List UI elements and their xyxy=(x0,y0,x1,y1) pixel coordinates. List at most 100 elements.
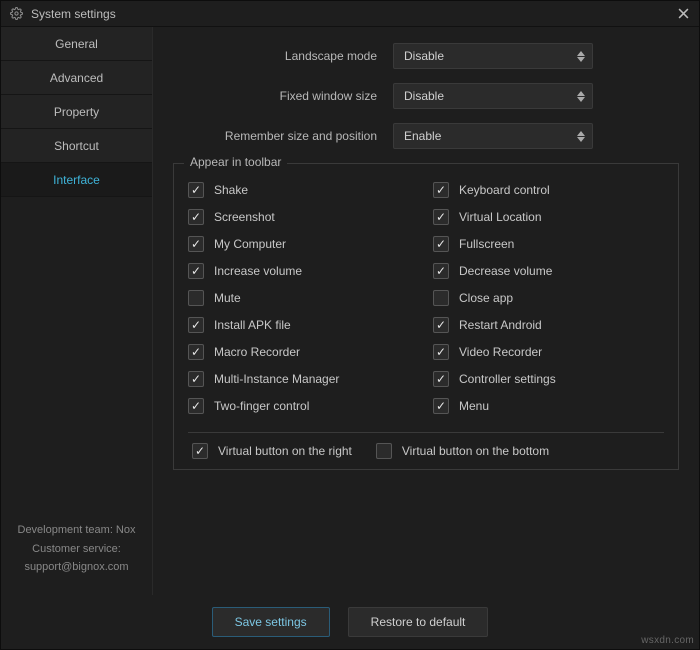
checkbox-label: Virtual button on the right xyxy=(218,444,352,458)
checkbox-label: Virtual Location xyxy=(459,210,542,224)
tab-general[interactable]: General xyxy=(1,27,152,61)
checkbox-virtual-right[interactable]: Virtual button on the right xyxy=(192,443,352,459)
checkbox-box xyxy=(433,209,449,225)
chevron-updown-icon xyxy=(570,84,592,108)
checkbox-virtual-bottom[interactable]: Virtual button on the bottom xyxy=(376,443,549,459)
checkbox-label: Increase volume xyxy=(214,264,302,278)
checkbox-label: Install APK file xyxy=(214,318,291,332)
row-remember-size: Remember size and position Enable xyxy=(173,123,679,149)
checkbox-item[interactable]: Increase volume xyxy=(188,263,419,279)
button-label: Restore to default xyxy=(371,615,466,629)
checkbox-item[interactable]: Controller settings xyxy=(433,371,664,387)
select-value: Enable xyxy=(404,129,441,143)
sidebar-footer: Development team: Nox Customer service: … xyxy=(1,509,152,595)
tab-shortcut[interactable]: Shortcut xyxy=(1,129,152,163)
tab-advanced[interactable]: Advanced xyxy=(1,61,152,95)
body: General Advanced Property Shortcut Inter… xyxy=(1,27,699,595)
watermark-text: wsxdn.com xyxy=(641,635,694,646)
main-panel: Landscape mode Disable Fixed window size… xyxy=(153,27,699,595)
checkbox-item[interactable]: Fullscreen xyxy=(433,236,664,252)
tab-label: Advanced xyxy=(50,71,103,85)
checkbox-label: Keyboard control xyxy=(459,183,550,197)
checkbox-box xyxy=(433,398,449,414)
checkbox-box xyxy=(433,317,449,333)
checkbox-item[interactable]: Screenshot xyxy=(188,209,419,225)
checkbox-item[interactable]: Two-finger control xyxy=(188,398,419,414)
checkbox-item[interactable]: Mute xyxy=(188,290,419,306)
tab-label: General xyxy=(55,37,98,51)
checkbox-label: My Computer xyxy=(214,237,286,251)
checkbox-item[interactable]: Shake xyxy=(188,182,419,198)
checkbox-box xyxy=(188,371,204,387)
checkbox-label: Close app xyxy=(459,291,513,305)
restore-default-button[interactable]: Restore to default xyxy=(348,607,489,637)
checkbox-box xyxy=(433,290,449,306)
remember-size-label: Remember size and position xyxy=(173,129,393,143)
checkbox-label: Fullscreen xyxy=(459,237,514,251)
landscape-mode-label: Landscape mode xyxy=(173,49,393,63)
titlebar: System settings xyxy=(1,1,699,27)
checkbox-label: Two-finger control xyxy=(214,399,309,413)
checkbox-box xyxy=(188,182,204,198)
checkbox-box xyxy=(188,263,204,279)
checkbox-label: Mute xyxy=(214,291,241,305)
checkbox-box xyxy=(188,398,204,414)
toolbar-grid: Shake Keyboard control Screenshot Virtual L… xyxy=(188,176,664,422)
checkbox-label: Video Recorder xyxy=(459,345,542,359)
checkbox-item[interactable]: Decrease volume xyxy=(433,263,664,279)
gear-icon xyxy=(9,7,23,21)
support-email: support@bignox.com xyxy=(9,558,144,577)
checkbox-item[interactable]: Keyboard control xyxy=(433,182,664,198)
row-landscape-mode: Landscape mode Disable xyxy=(173,43,679,69)
checkbox-item[interactable]: Menu xyxy=(433,398,664,414)
checkbox-box xyxy=(188,317,204,333)
checkbox-item[interactable]: Restart Android xyxy=(433,317,664,333)
sidebar-spacer xyxy=(1,197,152,509)
checkbox-box xyxy=(433,371,449,387)
sidebar: General Advanced Property Shortcut Inter… xyxy=(1,27,153,595)
landscape-mode-select[interactable]: Disable xyxy=(393,43,593,69)
checkbox-item[interactable]: Virtual Location xyxy=(433,209,664,225)
checkbox-label: Virtual button on the bottom xyxy=(402,444,549,458)
checkbox-item[interactable]: Install APK file xyxy=(188,317,419,333)
footer: Save settings Restore to default xyxy=(1,595,699,649)
tab-label: Interface xyxy=(53,173,100,187)
checkbox-item[interactable]: Video Recorder xyxy=(433,344,664,360)
select-value: Disable xyxy=(404,49,444,63)
checkbox-box xyxy=(188,344,204,360)
checkbox-label: Menu xyxy=(459,399,489,413)
button-label: Save settings xyxy=(235,615,307,629)
checkbox-item[interactable]: My Computer xyxy=(188,236,419,252)
checkbox-box xyxy=(433,263,449,279)
checkbox-box xyxy=(188,290,204,306)
row-fixed-window-size: Fixed window size Disable xyxy=(173,83,679,109)
checkbox-box xyxy=(188,209,204,225)
tab-label: Property xyxy=(54,105,99,119)
checkbox-item[interactable]: Close app xyxy=(433,290,664,306)
save-button[interactable]: Save settings xyxy=(212,607,330,637)
fixed-window-size-label: Fixed window size xyxy=(173,89,393,103)
checkbox-label: Decrease volume xyxy=(459,264,552,278)
checkbox-label: Macro Recorder xyxy=(214,345,300,359)
checkbox-box xyxy=(188,236,204,252)
fixed-window-size-select[interactable]: Disable xyxy=(393,83,593,109)
settings-window: System settings General Advanced Propert… xyxy=(0,0,700,650)
checkbox-box xyxy=(433,344,449,360)
virtual-button-row: Virtual button on the right Virtual butt… xyxy=(188,432,664,459)
close-icon[interactable] xyxy=(675,5,691,21)
tab-label: Shortcut xyxy=(54,139,99,153)
chevron-updown-icon xyxy=(570,44,592,68)
support-label: Customer service: xyxy=(9,540,144,559)
checkbox-box xyxy=(433,182,449,198)
checkbox-label: Controller settings xyxy=(459,372,556,386)
checkbox-box xyxy=(192,443,208,459)
tab-property[interactable]: Property xyxy=(1,95,152,129)
select-value: Disable xyxy=(404,89,444,103)
tab-interface[interactable]: Interface xyxy=(1,163,152,197)
toolbar-legend: Appear in toolbar xyxy=(184,155,287,169)
dev-team-line: Development team: Nox xyxy=(9,521,144,540)
checkbox-label: Shake xyxy=(214,183,248,197)
checkbox-item[interactable]: Multi-Instance Manager xyxy=(188,371,419,387)
checkbox-item[interactable]: Macro Recorder xyxy=(188,344,419,360)
remember-size-select[interactable]: Enable xyxy=(393,123,593,149)
